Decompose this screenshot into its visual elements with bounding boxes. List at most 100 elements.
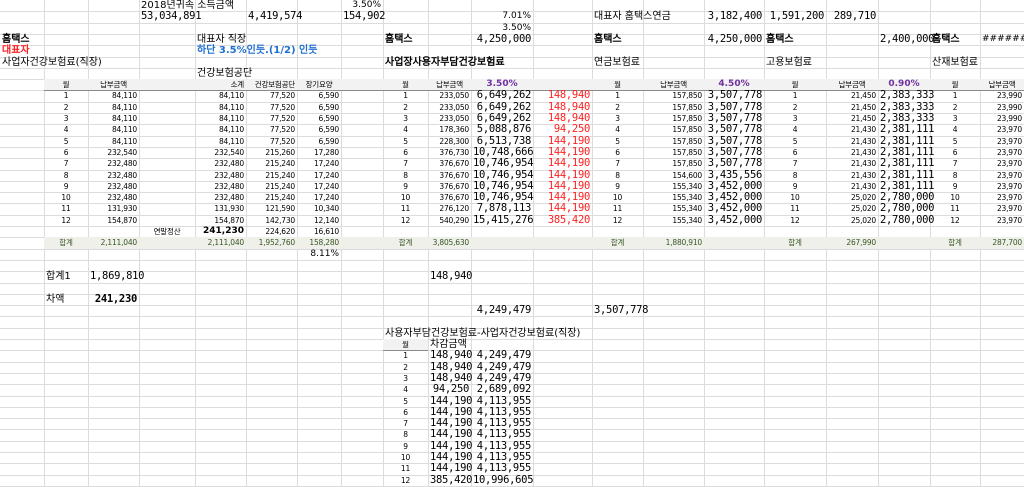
column-header[interactable]: 납부금액 [826,79,878,90]
nhis-cell[interactable]: 215,240 [246,170,297,181]
month-cell[interactable]: 6 [930,147,980,158]
month-cell[interactable]: 4 [930,124,980,135]
hometax-label[interactable]: 홈택스 [383,34,471,45]
diff-cell[interactable]: 385,420 [533,214,592,226]
base-cell[interactable]: 3,452,000 [704,214,764,226]
pay-cell[interactable]: 155,340 [643,192,704,203]
pay-cell[interactable]: 21,430 [826,158,878,169]
month-cell[interactable]: 8 [383,170,428,181]
pay-cell[interactable]: 233,050 [428,102,471,113]
amount-cell[interactable]: 10,996,605 [471,474,534,486]
base-cell[interactable]: 7,878,113 [471,203,533,215]
pay-cell[interactable]: 376,730 [428,147,471,158]
month-cell[interactable]: 9 [764,181,826,192]
total-pay[interactable]: 267,990 [826,237,878,248]
pay-cell[interactable]: 157,850 [643,158,704,169]
total-label[interactable]: 합계 [930,237,980,248]
rate-total[interactable]: 7.01% [471,11,533,22]
base-cell[interactable]: 6,649,262 [471,90,533,102]
subtotal-cell[interactable]: 84,110 [195,102,246,113]
pay-cell[interactable]: 84,110 [88,102,139,113]
pay-cell[interactable]: 23,970 [980,124,1024,135]
pay-cell[interactable]: 157,850 [643,113,704,124]
diff-cell[interactable]: 385,420 [428,474,472,486]
total-ltc[interactable]: 158,280 [297,237,341,248]
pay-cell[interactable]: 157,850 [643,102,704,113]
month-cell[interactable]: 8 [592,170,643,181]
column-header[interactable]: 납부금액 [643,79,704,90]
pay-cell[interactable]: 232,480 [88,170,139,181]
pay-cell[interactable]: 155,340 [643,215,704,226]
amount-cell[interactable]: 4,113,955 [471,429,533,441]
pay-cell[interactable]: 21,430 [826,147,878,158]
month-cell[interactable]: 5 [44,136,88,147]
month-cell[interactable]: 11 [383,463,428,474]
subtotal-cell[interactable]: 232,480 [195,158,246,169]
pay-cell[interactable]: 23,970 [980,147,1024,158]
nhis-cell[interactable]: 142,730 [246,215,297,226]
pay-cell[interactable]: 25,020 [826,192,878,203]
month-cell[interactable]: 2 [383,102,428,113]
pay-cell[interactable]: 154,870 [88,215,139,226]
business-health-title[interactable]: 사업자건강보험료(직장) [0,57,195,68]
income-monthly[interactable]: 4,419,574 [246,10,303,22]
nhis-label[interactable]: 건강보험공단 [195,68,297,79]
subtotal-cell[interactable]: 232,540 [195,147,246,158]
month-cell[interactable]: 3 [930,113,980,124]
hometax-employment-value[interactable]: 2,400,000 [878,33,935,45]
month-cell[interactable]: 5 [592,136,643,147]
column-header[interactable]: 장기요양 [297,79,341,90]
month-cell[interactable]: 6 [383,407,428,418]
month-cell[interactable]: 2 [930,102,980,113]
month-cell[interactable]: 9 [930,181,980,192]
hometax-label[interactable]: 홈택스 [764,34,826,45]
pay-cell[interactable]: 233,050 [428,90,471,101]
month-cell[interactable]: 10 [383,192,428,203]
nhis-cell[interactable]: 77,520 [246,90,297,101]
pay-cell[interactable]: 233,050 [428,113,471,124]
total-label[interactable]: 합계 [592,237,643,248]
settlement-ltc[interactable]: 16,610 [297,226,341,237]
pay-cell[interactable]: 232,480 [88,192,139,203]
base-cell[interactable]: 2,381,111 [878,123,935,135]
month-cell[interactable]: 12 [383,215,428,226]
base-cell[interactable]: 2,383,333 [878,90,935,102]
pay-cell[interactable]: 84,110 [88,124,139,135]
hometax-label[interactable]: 홈택스 [930,34,980,45]
month-cell[interactable]: 5 [764,136,826,147]
column-header[interactable]: 소계 [195,79,246,90]
month-cell[interactable]: 2 [44,102,88,113]
hometax-industrial-value[interactable]: ######## [980,34,1024,45]
amount-cell[interactable]: 4,249,479 [471,349,533,361]
total-pay[interactable]: 3,805,630 [428,237,471,248]
pay-cell[interactable]: 376,670 [428,170,471,181]
pay-cell[interactable]: 21,430 [826,170,878,181]
diff-cell[interactable]: 148,940 [428,349,472,361]
month-cell[interactable]: 7 [592,158,643,169]
month-cell[interactable]: 9 [383,181,428,192]
subtotal-cell[interactable]: 232,480 [195,192,246,203]
base-cell[interactable]: 5,088,876 [471,123,533,135]
base-cell[interactable]: 10,746,954 [471,157,534,169]
pay-cell[interactable]: 21,450 [826,102,878,113]
industrial-title[interactable]: 산재보험료 [930,57,1024,68]
month-cell[interactable]: 2 [592,102,643,113]
pay-cell[interactable]: 25,020 [826,215,878,226]
month-cell[interactable]: 10 [930,192,980,203]
pay-cell[interactable]: 276,120 [428,203,471,214]
ltc-rate[interactable]: 8.11% [297,249,341,260]
total1-label[interactable]: 합계1 [44,271,88,282]
hometax-health-value[interactable]: 4,250,000 [471,33,533,45]
pay-cell[interactable]: 155,340 [643,181,704,192]
pay-cell[interactable]: 157,850 [643,90,704,101]
month-cell[interactable]: 3 [383,373,428,384]
total-label[interactable]: 합계 [764,237,826,248]
health-diff-first[interactable]: 148,940 [428,270,472,282]
pay-cell[interactable]: 23,970 [980,181,1024,192]
month-cell[interactable]: 10 [383,452,428,463]
column-header[interactable]: 납부금액 [980,79,1024,90]
total-pay[interactable]: 2,111,040 [88,237,139,248]
month-cell[interactable]: 10 [764,192,826,203]
month-cell[interactable]: 7 [44,158,88,169]
total-nhis[interactable]: 1,952,760 [246,237,297,248]
